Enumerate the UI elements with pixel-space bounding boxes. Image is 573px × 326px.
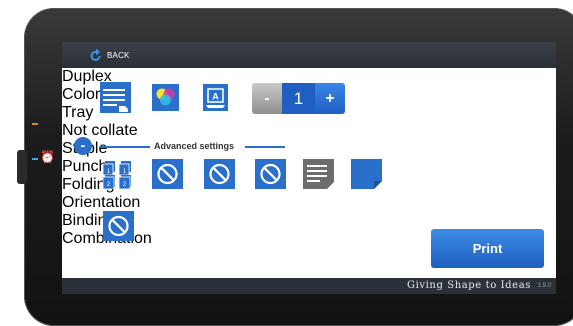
- binding-option[interactable]: Binding: [62, 159, 556, 230]
- back-arrow-icon[interactable]: [88, 47, 104, 63]
- settings-panel: Duplex Color A Tray - 1 + - Advanced set…: [62, 68, 556, 278]
- decrease-copies-button[interactable]: -: [252, 83, 282, 114]
- advanced-settings-title: Advanced settings: [154, 141, 235, 151]
- no-symbol-icon: [152, 159, 183, 189]
- duplex-icon: [100, 82, 131, 113]
- back-button[interactable]: BACK: [107, 51, 130, 60]
- no-symbol-icon: [103, 211, 134, 241]
- binding-label: Binding: [62, 212, 116, 229]
- version-label: 1.9.0: [537, 283, 551, 289]
- divider-right: [245, 146, 285, 148]
- side-button: [17, 150, 27, 184]
- increase-copies-button[interactable]: +: [315, 83, 345, 114]
- top-bar: BACK: [62, 42, 556, 68]
- not-collate-label: Not collate: [62, 122, 138, 139]
- status-led-orange: [32, 123, 38, 125]
- status-led-blue: [32, 158, 38, 160]
- no-symbol-icon: [204, 159, 235, 189]
- staple-label: Staple: [62, 140, 556, 158]
- copies-counter: - 1 +: [252, 83, 345, 114]
- orientation-label: Orientation: [62, 194, 141, 211]
- binding-icon: [351, 159, 382, 189]
- not-collate-option[interactable]: 1 1 2 2 Not collate: [62, 122, 556, 189]
- brand-tagline: Giving Shape to Ideas: [407, 280, 531, 291]
- svg-text:A: A: [212, 92, 219, 102]
- tray-icon: A: [203, 84, 228, 111]
- alarm-icon: ⏰: [40, 150, 55, 164]
- collapse-advanced-button[interactable]: -: [74, 137, 92, 155]
- color-icon: [152, 84, 179, 111]
- orientation-icon: [303, 159, 334, 189]
- staple-option[interactable]: Staple: [62, 140, 556, 189]
- app-screen: BACK Duplex Color A Tray - 1 + - Advance…: [62, 42, 556, 294]
- not-collate-icon: 1 1 2 2: [103, 161, 131, 189]
- copies-value: 1: [282, 83, 315, 114]
- orientation-option[interactable]: Orientation: [62, 159, 556, 212]
- print-button[interactable]: Print: [431, 229, 544, 268]
- divider-left: [100, 146, 150, 148]
- bottom-bar: Giving Shape to Ideas 1.9.0: [62, 278, 556, 294]
- no-symbol-icon: [255, 159, 286, 189]
